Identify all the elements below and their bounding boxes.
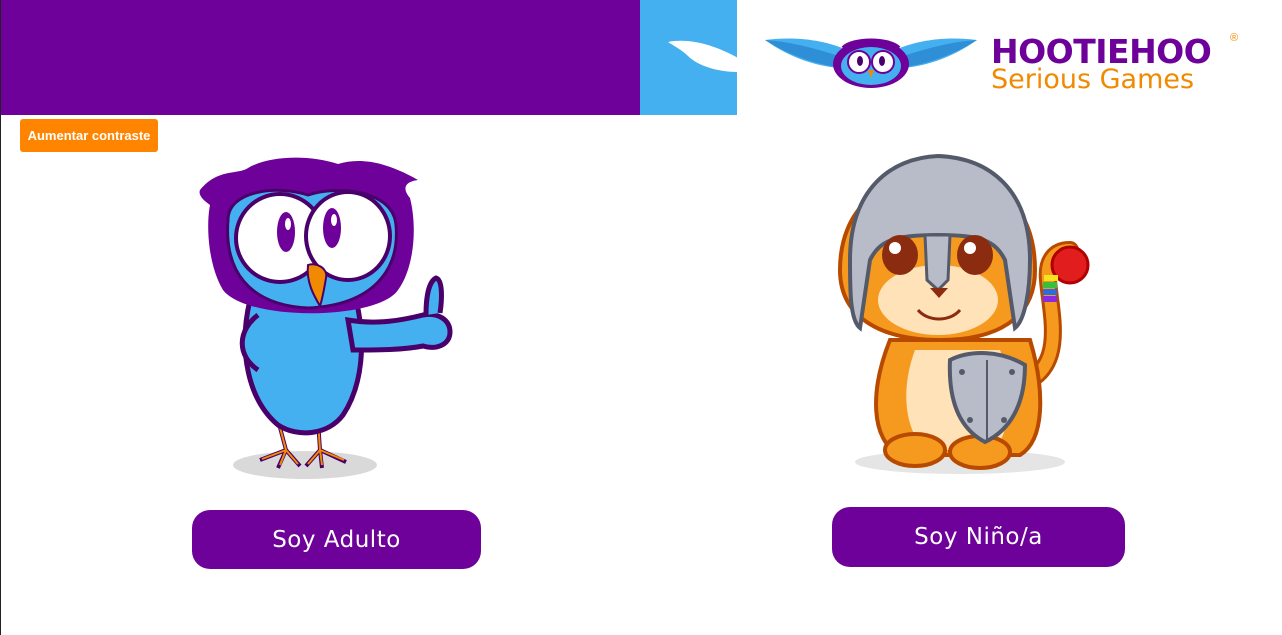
header-purple-band [1,0,640,115]
owl-logo-icon [765,38,977,88]
registered-mark: ® [1230,32,1239,44]
hootiehoo-logo[interactable]: HOOTIEHOO ® Serious Games [765,28,1245,103]
soy-nino-button[interactable]: Soy Niño/a [832,507,1125,567]
tiger-knight-mascot-illustration[interactable] [830,150,1100,480]
owl-mascot-illustration[interactable] [188,150,463,485]
logo-tagline: Serious Games [991,64,1195,95]
wing-icon [668,40,738,72]
soy-adulto-button[interactable]: Soy Adulto [192,510,481,569]
site-header: HOOTIEHOO ® Serious Games [0,0,1282,115]
increase-contrast-button[interactable]: Aumentar contraste [20,119,158,152]
